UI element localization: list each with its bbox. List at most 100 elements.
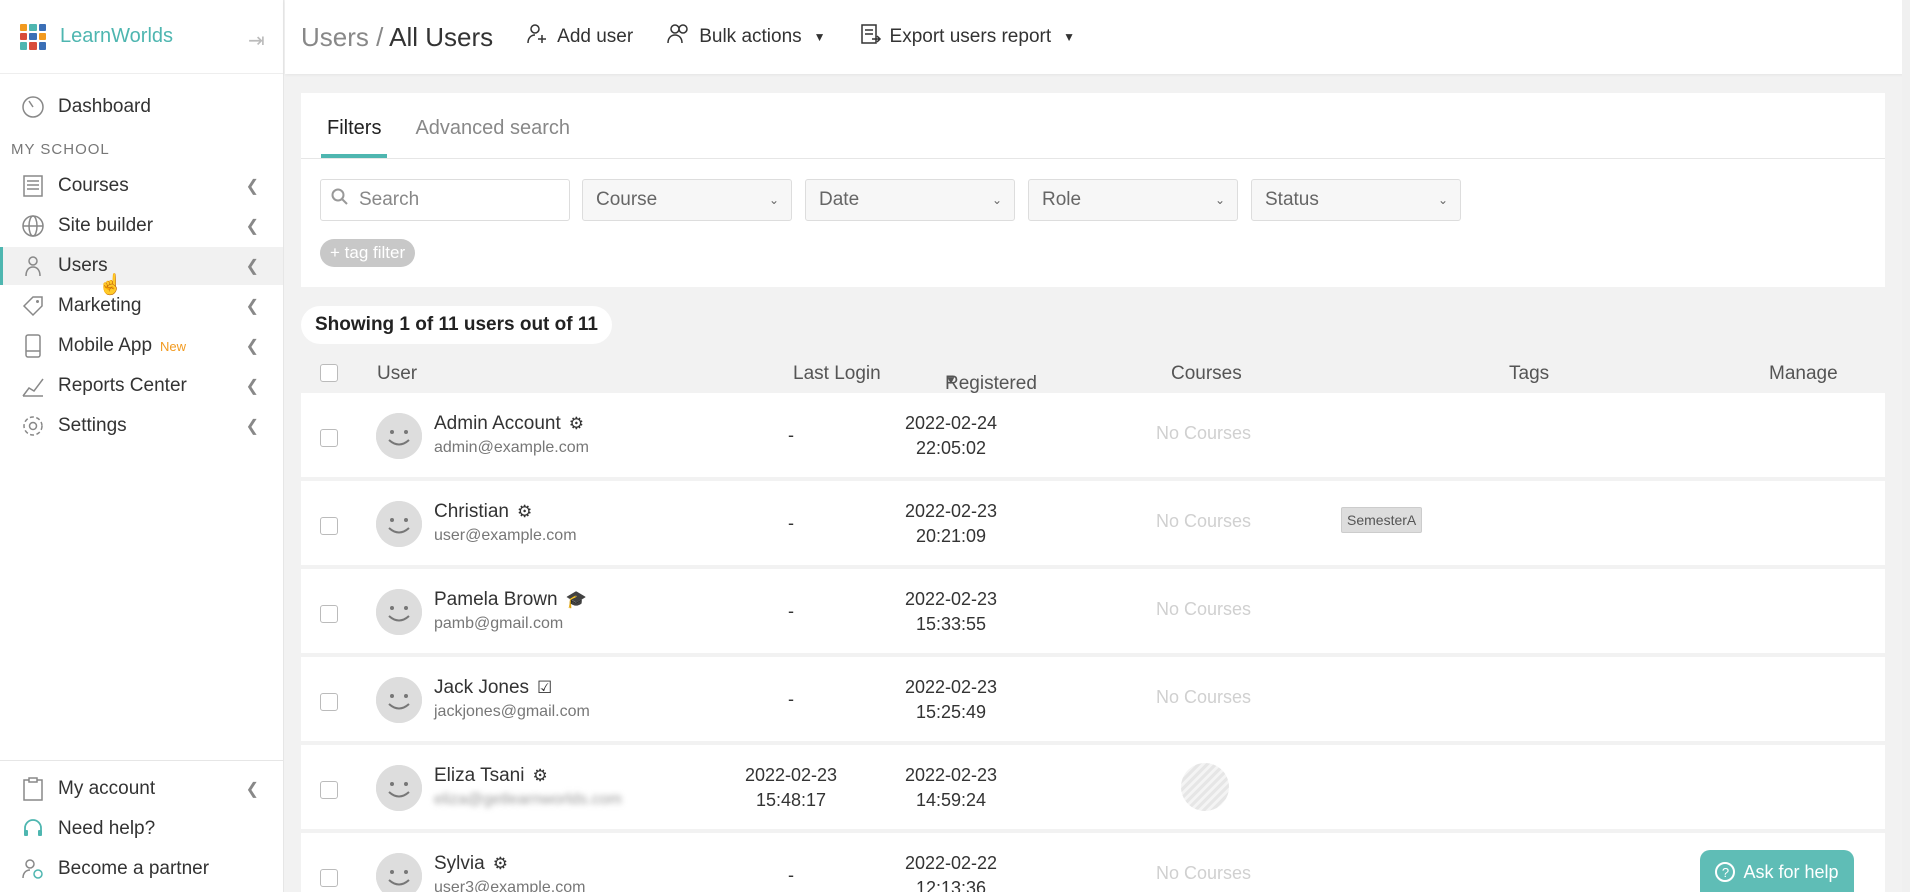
table-row[interactable]: Admin Account ⚙ admin@example.com - 2022-… <box>301 393 1885 477</box>
sidebar-item-users[interactable]: Users ❮ <box>0 247 283 285</box>
registered-date-text: 2022-02-23 <box>904 765 998 785</box>
users-count: Showing 1 of 11 users out of 11 <box>301 306 612 344</box>
user-name[interactable]: Pamela Brown 🎓 <box>434 589 587 611</box>
sidebar-item-settings[interactable]: Settings ❮ <box>0 407 283 445</box>
table-row[interactable]: Eliza Tsani ⚙ eliza@getlearnworlds.com 20… <box>301 745 1885 829</box>
clipboard-icon <box>20 776 46 802</box>
date-select[interactable]: Date ⌄ <box>805 179 1015 221</box>
table-row[interactable]: Pamela Brown 🎓 pamb@gmail.com - 2022-02-2… <box>301 569 1885 653</box>
chevron-left-icon: ❮ <box>245 418 259 435</box>
breadcrumb: Users / All Users <box>301 22 493 53</box>
user-email: jackjones@gmail.com <box>434 703 590 720</box>
row-checkbox[interactable] <box>320 429 338 447</box>
sidebar-item-label: Settings <box>58 415 127 436</box>
user-name-text: Jack Jones <box>434 677 530 698</box>
tag-badge[interactable]: SemesterA <box>1341 507 1423 533</box>
caret-down-icon: ▼ <box>1063 30 1076 44</box>
registered-date: 2022-02-24 22:05:02 <box>891 411 1011 461</box>
chart-icon <box>20 373 46 399</box>
avatar <box>376 589 422 635</box>
add-user-icon <box>527 23 549 51</box>
col-tags: Tags <box>1509 363 1550 384</box>
registered-time-text: 22:05:02 <box>915 438 987 458</box>
add-user-button[interactable]: Add user <box>527 23 633 51</box>
sidebar-item-label: My account <box>58 778 156 799</box>
tag-icon <box>20 293 46 319</box>
role-select[interactable]: Role ⌄ <box>1028 179 1238 221</box>
tag-filter-button[interactable]: + tag filter <box>320 239 416 267</box>
registered-time-text: 12:13:36 <box>915 878 987 892</box>
table-row[interactable]: Christian ⚙ user@example.com - 2022-02-23… <box>301 481 1885 565</box>
table-row[interactable]: Jack Jones ☑ jackjones@gmail.com - 2022-0… <box>301 657 1885 741</box>
user-name[interactable]: Admin Account ⚙ <box>434 413 584 435</box>
user-email: pamb@gmail.com <box>434 615 564 632</box>
sidebar: LearnWorlds ⇥ Dashboard MY SCHOOL Course… <box>0 0 284 892</box>
col-last-login[interactable]: Last Login <box>793 363 881 385</box>
sidebar-item-my-account[interactable]: My account ❮ <box>0 770 283 808</box>
status-select-label: Status <box>1265 189 1319 210</box>
course-select-label: Course <box>596 189 658 210</box>
sidebar-item-need-help[interactable]: Need help? <box>0 810 283 848</box>
last-login-time: 15:48:17 <box>755 790 827 810</box>
course-thumbnail[interactable] <box>1181 763 1229 811</box>
user-name-text: Admin Account <box>434 413 561 434</box>
registered-time-text: 15:25:49 <box>915 702 987 722</box>
search-input[interactable]: Search <box>320 179 570 221</box>
mouse-cursor-icon: ☝ <box>98 274 123 296</box>
row-checkbox[interactable] <box>320 517 338 535</box>
tab-advanced-search[interactable]: Advanced search <box>409 117 576 158</box>
sort-desc-icon: ▼ <box>945 373 957 387</box>
sidebar-item-label: Mobile App <box>58 335 153 356</box>
last-login: 2022-02-23 15:48:17 <box>731 763 851 813</box>
registered-date: 2022-02-23 20:21:09 <box>891 499 1011 549</box>
col-user[interactable]: User <box>377 363 417 385</box>
instructor-role-icon: ☑ <box>537 678 553 697</box>
sidebar-item-courses[interactable]: Courses ❮ <box>0 167 283 205</box>
chevron-left-icon: ❮ <box>245 298 259 315</box>
courses-empty: No Courses <box>1156 423 1252 443</box>
ask-for-help-label: Ask for help <box>1743 861 1839 882</box>
collapse-sidebar-icon[interactable]: ⇥ <box>248 28 265 53</box>
row-checkbox[interactable] <box>320 781 338 799</box>
admin-role-icon: ⚙ <box>516 502 533 521</box>
sidebar-item-mobile-app[interactable]: Mobile App New ❮ <box>0 327 283 365</box>
sidebar-item-reports-center[interactable]: Reports Center ❮ <box>0 367 283 405</box>
ask-for-help-button[interactable]: ? Ask for help <box>1700 850 1854 892</box>
sidebar-item-dashboard[interactable]: Dashboard <box>0 88 283 126</box>
user-email: eliza@getlearnworlds.com <box>434 791 622 808</box>
row-checkbox[interactable] <box>320 693 338 711</box>
row-checkbox[interactable] <box>320 605 338 623</box>
user-name[interactable]: Sylvia ⚙ <box>434 853 508 875</box>
scrollbar[interactable] <box>1902 0 1910 892</box>
registered-date-text: 2022-02-23 <box>904 677 998 697</box>
page-title: All Users <box>389 21 494 52</box>
user-name[interactable]: Christian ⚙ <box>434 501 532 523</box>
row-checkbox[interactable] <box>320 869 338 887</box>
course-select[interactable]: Course ⌄ <box>582 179 792 221</box>
courses-icon <box>20 173 46 199</box>
user-name[interactable]: Jack Jones ☑ <box>434 677 552 699</box>
status-select[interactable]: Status ⌄ <box>1251 179 1461 221</box>
export-users-report-button[interactable]: Export users report ▼ <box>860 23 1075 51</box>
sidebar-item-site-builder[interactable]: Site builder ❮ <box>0 207 283 245</box>
courses-empty: No Courses <box>1156 687 1252 707</box>
sidebar-item-marketing[interactable]: Marketing ❮ <box>0 287 283 325</box>
brand-name: LearnWorlds <box>60 25 174 47</box>
user-name[interactable]: Eliza Tsani ⚙ <box>434 765 548 787</box>
select-all-checkbox[interactable] <box>320 364 338 382</box>
table-row[interactable]: Sylvia ⚙ user3@example.com - 2022-02-22 12… <box>301 833 1885 892</box>
sidebar-item-label: Marketing <box>58 295 142 316</box>
registered-date-text: 2022-02-23 <box>904 501 998 521</box>
tab-filters[interactable]: Filters <box>321 117 388 158</box>
user-name-text: Christian <box>434 501 509 522</box>
brand[interactable]: LearnWorlds <box>0 0 283 74</box>
filter-tabs: Filters Advanced search <box>301 93 1885 159</box>
breadcrumb-parent[interactable]: Users / <box>301 22 383 52</box>
top-bar: Users / All Users Add user Bulk actions … <box>285 0 1910 74</box>
sidebar-item-become-partner[interactable]: Become a partner <box>0 850 283 888</box>
user-email: user@example.com <box>434 527 577 544</box>
bulk-actions-button[interactable]: Bulk actions ▼ <box>667 23 826 51</box>
last-login: - <box>788 425 794 445</box>
registered-date: 2022-02-23 15:33:55 <box>891 587 1011 637</box>
filters-panel: Filters Advanced search Search Course ⌄ … <box>301 93 1885 287</box>
